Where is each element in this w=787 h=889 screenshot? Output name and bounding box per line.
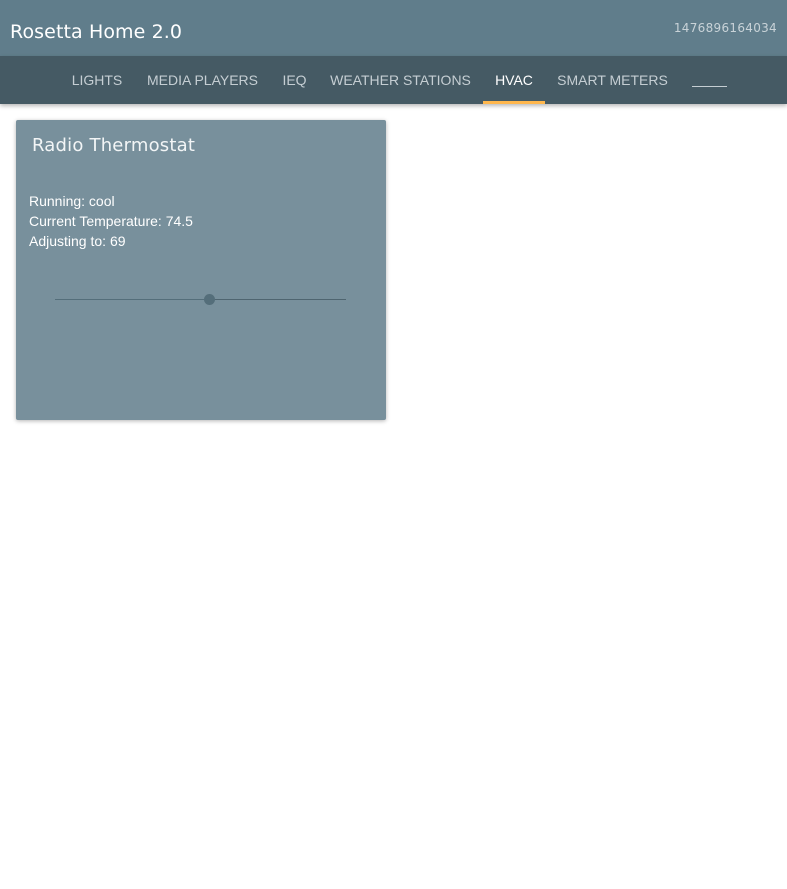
app-bar: Rosetta Home 2.0 1476896164034 (0, 0, 787, 56)
app-title: Rosetta Home 2.0 (10, 21, 183, 43)
tab-lights[interactable]: LIGHTS (60, 56, 134, 104)
tab-smart-meters[interactable]: SMART METERS (549, 56, 676, 104)
slider-fill (55, 299, 210, 300)
tab-media-players[interactable]: MEDIA PLAYERS (138, 56, 267, 104)
slider-thumb[interactable] (203, 294, 215, 305)
tab-weather-stations[interactable]: WEATHER STATIONS (322, 56, 479, 104)
adjusting-setpoint: Adjusting to: 69 (29, 233, 126, 249)
more-tabs-icon[interactable] (692, 86, 727, 87)
setpoint-slider[interactable] (55, 290, 346, 308)
card-title: Radio Thermostat (32, 135, 196, 156)
app-timestamp: 1476896164034 (673, 21, 777, 35)
tab-active-indicator (483, 101, 545, 104)
tab-bar: LIGHTS MEDIA PLAYERS IEQ WEATHER STATION… (0, 56, 787, 104)
running-mode: Running: cool (29, 193, 115, 209)
tab-ieq[interactable]: IEQ (271, 56, 318, 104)
tab-hvac[interactable]: HVAC (483, 56, 545, 104)
thermostat-card: Radio Thermostat Running: cool Current T… (16, 120, 386, 420)
current-temperature: Current Temperature: 74.5 (29, 213, 193, 229)
